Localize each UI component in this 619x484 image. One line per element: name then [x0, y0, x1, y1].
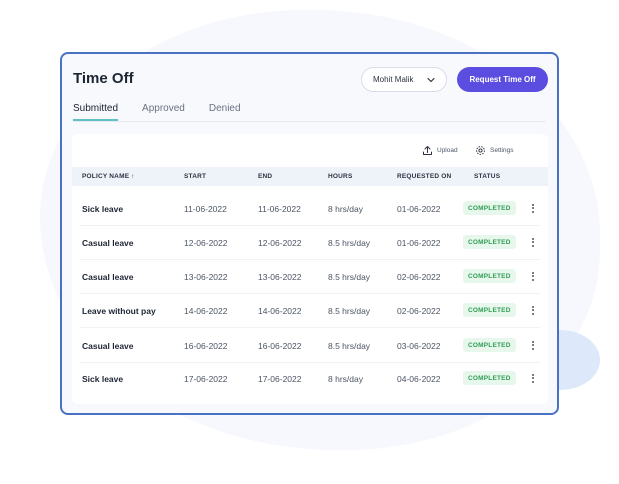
row-more-options-icon[interactable] — [530, 372, 536, 386]
upload-icon — [423, 146, 432, 155]
time-off-card: Time Off Mohit Malik Request Time Off Su… — [60, 52, 559, 415]
policy-name-cell: Sick leave — [82, 374, 124, 384]
hours-cell: 8 hrs/day — [328, 374, 363, 384]
start-date-cell: 17-06-2022 — [184, 374, 228, 384]
tab-submitted[interactable]: Submitted — [73, 103, 119, 121]
start-date-cell: 14-06-2022 — [184, 306, 228, 316]
column-header-policy-name[interactable]: POLICY NAME ↑ — [82, 173, 135, 180]
user-select-value: Mohit Malik — [373, 75, 414, 84]
table-row[interactable]: Casual leave 16-06-2022 16-06-2022 8.5 hrs/… — [72, 329, 548, 363]
requested-on-cell: 04-06-2022 — [397, 374, 441, 384]
upload-label: Upload — [437, 147, 458, 154]
row-more-options-icon[interactable] — [530, 304, 536, 318]
requested-on-cell: 02-06-2022 — [397, 306, 441, 316]
status-badge: COMPLETED — [463, 235, 516, 249]
requested-on-cell: 01-06-2022 — [397, 204, 441, 214]
policy-name-cell: Casual leave — [82, 272, 134, 282]
end-date-cell: 17-06-2022 — [258, 374, 302, 384]
end-date-cell: 11-06-2022 — [258, 204, 301, 214]
table-header: POLICY NAME ↑ START END HOURS REQUESTED … — [72, 167, 548, 186]
table-row[interactable]: Sick leave 17-06-2022 17-06-2022 8 hrs/day 0… — [72, 362, 548, 396]
status-badge: COMPLETED — [463, 201, 516, 215]
settings-label: Settings — [490, 147, 514, 154]
page-title: Time Off — [73, 70, 134, 87]
status-badge: COMPLETED — [463, 269, 516, 283]
hours-cell: 8.5 hrs/day — [328, 238, 371, 248]
policy-name-cell: Sick leave — [82, 204, 124, 214]
end-date-cell: 16-06-2022 — [258, 341, 302, 351]
status-badge: COMPLETED — [463, 303, 516, 317]
hours-cell: 8 hrs/day — [328, 204, 363, 214]
time-off-table: Upload Settings POLICY NAME ↑ START END … — [72, 134, 548, 404]
policy-name-cell: Leave without pay — [82, 306, 156, 316]
status-badge: COMPLETED — [463, 371, 516, 385]
status-badge: COMPLETED — [463, 338, 516, 352]
column-header-start: START — [184, 173, 207, 180]
column-header-end: END — [258, 173, 273, 180]
table-row[interactable]: Casual leave 13-06-2022 13-06-2022 8.5 hrs/… — [72, 260, 548, 294]
end-date-cell: 12-06-2022 — [258, 238, 302, 248]
column-header-hours: HOURS — [328, 173, 353, 180]
tab-approved[interactable]: Approved — [142, 103, 185, 121]
requested-on-cell: 03-06-2022 — [397, 341, 441, 351]
table-row[interactable]: Sick leave 11-06-2022 11-06-2022 8 hrs/day 0… — [72, 192, 548, 226]
hours-cell: 8.5 hrs/day — [328, 306, 371, 316]
end-date-cell: 13-06-2022 — [258, 272, 302, 282]
row-divider — [80, 327, 540, 328]
requested-on-cell: 01-06-2022 — [397, 238, 441, 248]
requested-on-cell: 02-06-2022 — [397, 272, 441, 282]
hours-cell: 8.5 hrs/day — [328, 272, 371, 282]
row-more-options-icon[interactable] — [530, 202, 536, 216]
chevron-down-icon — [427, 77, 435, 83]
user-select-dropdown[interactable]: Mohit Malik — [361, 67, 447, 92]
tab-denied[interactable]: Denied — [209, 103, 241, 121]
row-more-options-icon[interactable] — [530, 339, 536, 353]
start-date-cell: 12-06-2022 — [184, 238, 228, 248]
request-time-off-button[interactable]: Request Time Off — [457, 67, 548, 92]
policy-name-cell: Casual leave — [82, 238, 134, 248]
tab-bar: Submitted Approved Denied — [73, 103, 265, 121]
settings-button[interactable]: Settings — [475, 145, 514, 156]
row-more-options-icon[interactable] — [530, 236, 536, 250]
table-row[interactable]: Leave without pay 14-06-2022 14-06-2022 8.5… — [72, 294, 548, 328]
column-header-requested-on: REQUESTED ON — [397, 173, 452, 180]
start-date-cell: 16-06-2022 — [184, 341, 228, 351]
upload-button[interactable]: Upload — [422, 145, 458, 156]
row-more-options-icon[interactable] — [530, 270, 536, 284]
end-date-cell: 14-06-2022 — [258, 306, 302, 316]
tabs-divider — [73, 121, 546, 122]
hours-cell: 8.5 hrs/day — [328, 341, 371, 351]
table-row[interactable]: Casual leave 12-06-2022 12-06-2022 8.5 hrs/… — [72, 226, 548, 260]
column-header-status: STATUS — [474, 173, 501, 180]
start-date-cell: 11-06-2022 — [184, 204, 227, 214]
gear-icon — [476, 146, 485, 155]
start-date-cell: 13-06-2022 — [184, 272, 228, 282]
policy-name-cell: Casual leave — [82, 341, 134, 351]
